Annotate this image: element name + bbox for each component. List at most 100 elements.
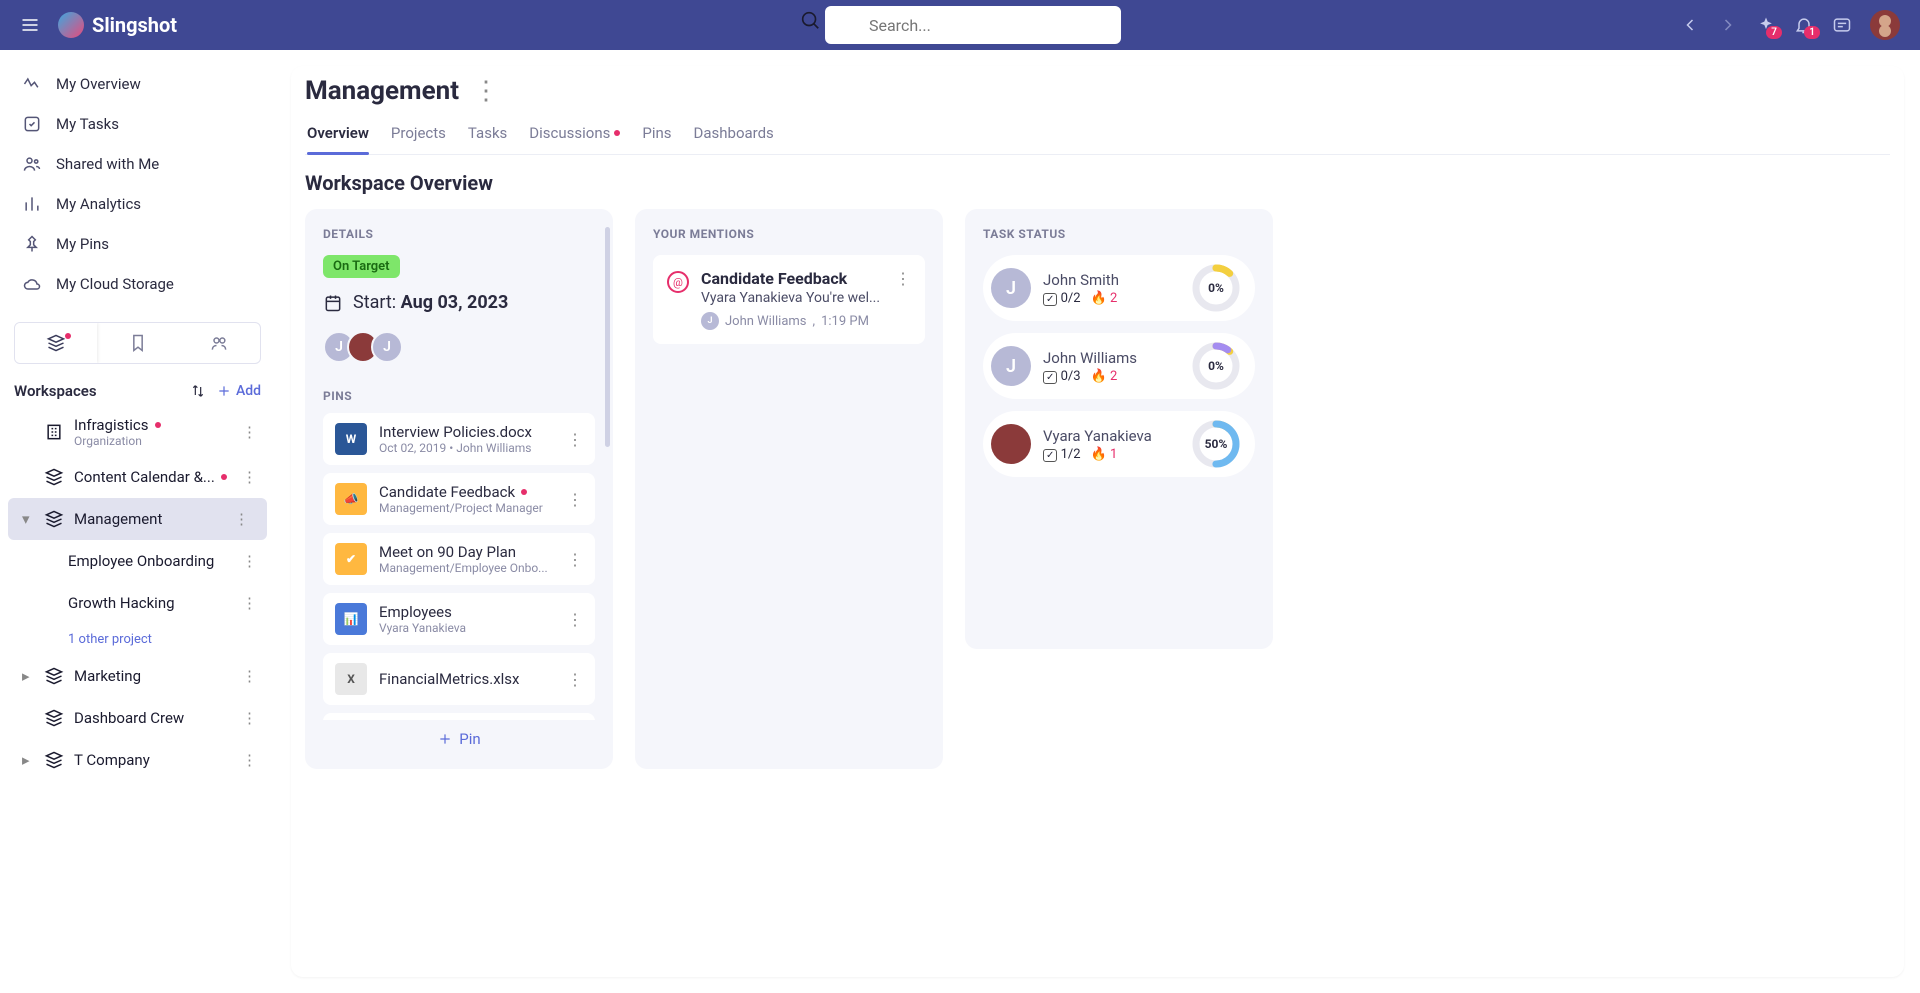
more-icon[interactable]: ⋮ xyxy=(567,430,583,449)
pin-item[interactable]: ✔ Meet on 90 Day Plan Management/Employe… xyxy=(323,533,595,585)
more-icon[interactable]: ⋮ xyxy=(238,548,261,574)
workspace-dashboard-crew[interactable]: Dashboard Crew ⋮ xyxy=(0,697,275,739)
more-icon[interactable]: ⋮ xyxy=(238,663,261,689)
more-icon[interactable]: ⋮ xyxy=(238,747,261,773)
chat-icon[interactable] xyxy=(1832,15,1852,35)
task-stats: ✓ 0/3 🔥 2 xyxy=(1043,369,1179,384)
page-tabs: Overview Projects Tasks Discussions Pins… xyxy=(305,110,1890,155)
chevron-right-icon[interactable]: ▸ xyxy=(22,751,32,769)
task-count: ✓ 1/2 xyxy=(1043,447,1081,462)
task-status-row[interactable]: J John Williams ✓ 0/3 🔥 2 0% xyxy=(983,333,1255,399)
nav-my-pins[interactable]: My Pins xyxy=(0,224,275,264)
more-icon[interactable]: ⋮ xyxy=(567,670,583,689)
nav-my-overview[interactable]: My Overview xyxy=(0,64,275,104)
more-icon[interactable]: ⋮ xyxy=(230,506,253,532)
more-icon[interactable]: ⋮ xyxy=(238,464,261,490)
task-status-row[interactable]: J John Smith ✓ 0/2 🔥 2 0% xyxy=(983,255,1255,321)
ws-name-text: Growth Hacking xyxy=(68,594,175,612)
pin-list: W Interview Policies.docx Oct 02, 2019 •… xyxy=(323,413,595,720)
tab-overview[interactable]: Overview xyxy=(307,124,369,154)
pin-button[interactable]: Pin xyxy=(437,730,480,748)
nav-my-analytics[interactable]: My Analytics xyxy=(0,184,275,224)
pin-item[interactable]: W Interview Policies.docx Oct 02, 2019 •… xyxy=(323,413,595,465)
more-icon[interactable]: ⋮ xyxy=(238,419,261,445)
workspaces-label: Workspaces xyxy=(14,382,97,400)
task-count: ✓ 0/3 xyxy=(1043,369,1081,384)
task-stats: ✓ 0/2 🔥 2 xyxy=(1043,291,1179,306)
page-more-icon[interactable]: ⋮ xyxy=(473,76,499,106)
sidebar-tab-bookmarks[interactable] xyxy=(97,323,179,363)
pin-subtitle: Oct 02, 2019 • John Williams xyxy=(379,441,555,455)
add-label: Add xyxy=(236,383,261,399)
layers-icon xyxy=(44,708,64,728)
pin-title: Interview Policies.docx xyxy=(379,423,555,441)
more-icon[interactable]: ⋮ xyxy=(567,490,583,509)
mention-item[interactable]: @ Candidate Feedback Vyara Yanakieva You… xyxy=(653,255,925,344)
scrollbar-track xyxy=(605,227,610,751)
notification-dot xyxy=(221,474,227,480)
add-workspace-button[interactable]: Add xyxy=(216,383,261,399)
nav-forward-icon[interactable] xyxy=(1718,15,1738,35)
search-input[interactable] xyxy=(825,6,1121,44)
workspace-content-calendar[interactable]: Content Calendar &... ⋮ xyxy=(0,456,275,498)
workspace-marketing[interactable]: ▸ Marketing ⋮ xyxy=(0,655,275,697)
tab-tasks[interactable]: Tasks xyxy=(468,124,507,154)
tab-label: Overview xyxy=(307,124,369,142)
nav-my-cloud-storage[interactable]: My Cloud Storage xyxy=(0,264,275,304)
nav-my-tasks[interactable]: My Tasks xyxy=(0,104,275,144)
hamburger-menu-icon[interactable] xyxy=(20,13,44,37)
more-icon[interactable]: ⋮ xyxy=(567,550,583,569)
ws-name-text: Employee Onboarding xyxy=(68,552,214,570)
user-avatar[interactable] xyxy=(1870,10,1900,40)
brand[interactable]: Slingshot xyxy=(58,12,177,38)
plus-icon xyxy=(216,383,232,399)
pin-subtitle: Vyara Yanakieva xyxy=(379,621,555,635)
sparkle-icon[interactable]: 7 xyxy=(1756,15,1776,35)
more-icon[interactable]: ⋮ xyxy=(238,705,261,731)
workspace-growth-hacking[interactable]: Growth Hacking ⋮ xyxy=(0,582,275,624)
page-title: Management ⋮ xyxy=(305,76,1890,106)
pin-item[interactable]: G IT Management Software ⋮ xyxy=(323,713,595,720)
pin-item[interactable]: 📣 Candidate Feedback Management/Project … xyxy=(323,473,595,525)
pin-item[interactable]: 📊 Employees Vyara Yanakieva ⋮ xyxy=(323,593,595,645)
tab-dashboards[interactable]: Dashboards xyxy=(694,124,774,154)
task-status-row[interactable]: Vyara Yanakieva ✓ 1/2 🔥 1 50% xyxy=(983,411,1255,477)
workspace-employee-onboarding[interactable]: Employee Onboarding ⋮ xyxy=(0,540,275,582)
scrollbar-thumb[interactable] xyxy=(605,227,610,447)
bell-badge: 1 xyxy=(1804,26,1820,39)
member-avatars[interactable]: J J xyxy=(323,331,595,363)
more-icon[interactable]: ⋮ xyxy=(895,269,911,330)
workspace-infragistics[interactable]: Infragistics Organization ⋮ xyxy=(0,408,275,456)
tab-label: Pins xyxy=(642,124,671,142)
more-icon[interactable]: ⋮ xyxy=(567,610,583,629)
start-date-value: Aug 03, 2023 xyxy=(401,292,509,313)
nav-label: Shared with Me xyxy=(56,155,159,173)
sidebar-tab-people[interactable] xyxy=(178,323,260,363)
notification-dot xyxy=(65,333,71,339)
mention-time: 1:19 PM xyxy=(821,314,869,329)
workspace-other-project[interactable]: 1 other project xyxy=(0,624,275,655)
workspace-management[interactable]: ▾ Management ⋮ xyxy=(8,498,267,540)
workspace-t-company[interactable]: ▸ T Company ⋮ xyxy=(0,739,275,781)
sidebar-tab-workspaces[interactable] xyxy=(15,323,97,363)
user-name: John Williams xyxy=(1043,349,1179,367)
status-chip[interactable]: On Target xyxy=(323,255,400,278)
tab-projects[interactable]: Projects xyxy=(391,124,446,154)
workspaces-header: Workspaces Add xyxy=(0,374,275,408)
nav-label: My Overview xyxy=(56,75,141,93)
pin-file-icon: ✔ xyxy=(335,543,367,575)
tab-discussions[interactable]: Discussions xyxy=(529,124,620,154)
nav-shared-with-me[interactable]: Shared with Me xyxy=(0,144,275,184)
chevron-right-icon[interactable]: ▸ xyxy=(22,667,32,685)
search-icon xyxy=(799,9,821,31)
progress-ring: 0% xyxy=(1191,263,1241,313)
chevron-down-icon[interactable]: ▾ xyxy=(22,510,32,528)
pin-item[interactable]: X FinancialMetrics.xlsx ⋮ xyxy=(323,653,595,705)
brand-logo-icon xyxy=(58,12,84,38)
more-icon[interactable]: ⋮ xyxy=(238,590,261,616)
tab-pins[interactable]: Pins xyxy=(642,124,671,154)
user-avatar: J xyxy=(991,346,1031,386)
bell-icon[interactable]: 1 xyxy=(1794,15,1814,35)
sort-icon[interactable] xyxy=(190,383,206,399)
nav-back-icon[interactable] xyxy=(1680,15,1700,35)
